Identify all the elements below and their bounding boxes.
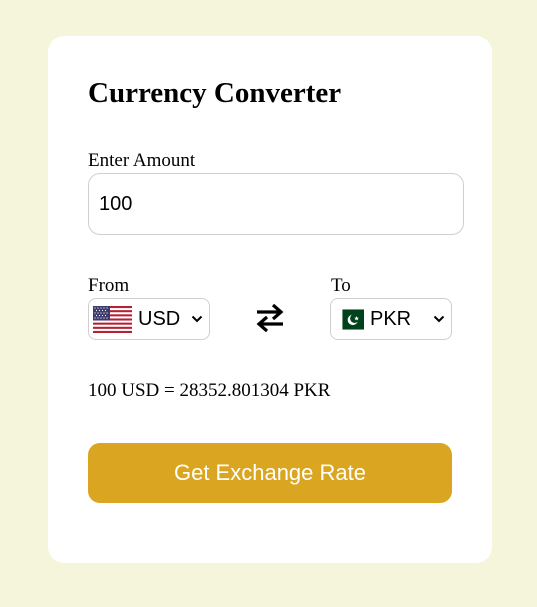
- from-currency-code: USD: [138, 308, 181, 330]
- to-label: To: [331, 275, 351, 296]
- chevron-down-icon: [433, 315, 445, 323]
- us-flag-icon: [93, 305, 132, 333]
- from-label: From: [88, 275, 130, 296]
- amount-input[interactable]: [88, 173, 464, 235]
- get-exchange-rate-button[interactable]: Get Exchange Rate: [88, 443, 452, 503]
- pk-flag-icon: [335, 308, 364, 330]
- swap-arrows-icon[interactable]: [252, 300, 288, 336]
- page-title: Currency Converter: [88, 77, 342, 109]
- amount-label: Enter Amount: [88, 150, 196, 171]
- conversion-result: 100 USD = 28352.801304 PKR: [88, 380, 331, 401]
- to-currency-select[interactable]: PKR: [330, 298, 452, 340]
- from-currency-select[interactable]: USD: [88, 298, 210, 340]
- chevron-down-icon: [191, 315, 203, 323]
- to-currency-code: PKR: [370, 308, 412, 330]
- converter-card: Currency Converter Enter Amount From USD: [48, 36, 492, 563]
